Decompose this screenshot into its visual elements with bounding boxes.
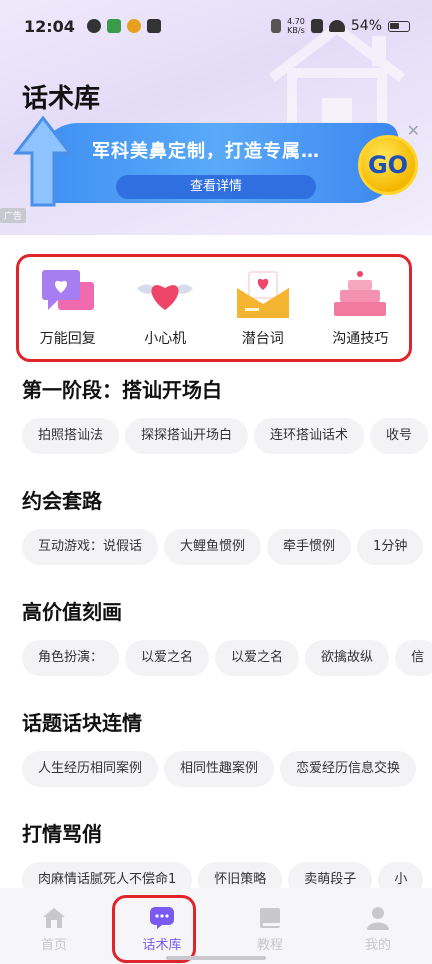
chip-row: 人生经历相同案例 相同性趣案例 恋爱经历信息交换: [22, 751, 417, 787]
category-label: 万能回复: [39, 331, 96, 347]
nav-label: 首页: [40, 938, 67, 953]
chip[interactable]: 互动游戏：说假话: [22, 529, 159, 565]
chip-row: 拍照搭讪法 探探搭讪开场白 连环搭讪话术 收号: [22, 418, 429, 454]
chip[interactable]: 拍照搭讪法: [22, 418, 120, 454]
app-notification-icon: [106, 19, 121, 33]
nav-label: 教程: [256, 938, 283, 953]
love-letter-icon: [236, 271, 289, 318]
close-icon[interactable]: ✕: [407, 121, 420, 140]
chip[interactable]: 欲擒故纵: [305, 640, 390, 676]
check-icon: [86, 19, 101, 33]
chip[interactable]: 人生经历相同案例: [22, 751, 159, 787]
chip[interactable]: 以爱之名: [125, 640, 210, 676]
section-title: 打情骂俏: [22, 822, 102, 846]
battery-icon: [388, 20, 410, 32]
section-title: 第一阶段：搭讪开场白: [22, 378, 222, 402]
chip-row: 角色扮演： 以爱之名 以爱之名 欲擒故纵 信: [22, 640, 432, 676]
go-button[interactable]: GO: [358, 135, 418, 195]
weibo-icon: [126, 19, 141, 33]
book-icon: [260, 908, 280, 928]
nav-tutorial[interactable]: 教程: [230, 906, 310, 953]
section-title: 高价值刻画: [22, 600, 122, 624]
section-title: 话题话块连情: [22, 711, 142, 735]
chip[interactable]: 探探搭讪开场白: [125, 418, 249, 454]
chip[interactable]: 牵手惯例: [267, 529, 352, 565]
chip[interactable]: 信: [395, 640, 432, 676]
ad-banner[interactable]: 军科美鼻定制，打造专属… 查看详情 GO ✕: [8, 115, 424, 207]
nav-profile[interactable]: 我的: [338, 906, 418, 953]
wifi-icon: [328, 20, 345, 32]
bottom-navigation: 首页 话术库 教程 我的: [0, 888, 432, 964]
chip[interactable]: 连环搭讪话术: [254, 418, 365, 454]
category-label: 潜台词: [241, 331, 284, 347]
ad-label: 广告: [0, 208, 27, 223]
chat-heart-icon: [41, 270, 94, 310]
vibrate-icon: [271, 19, 282, 33]
sim-icon: [310, 19, 323, 33]
category-grid: 万能回复 小心机 潜台词 沟通技巧: [16, 254, 412, 362]
person-icon: [367, 907, 389, 930]
nav-highlight-frame: [112, 895, 196, 963]
nav-label: 我的: [364, 938, 391, 953]
banner-text: 军科美鼻定制，打造专属…: [92, 141, 320, 162]
chip[interactable]: 角色扮演：: [22, 640, 120, 676]
battery-percent: 54%: [350, 18, 382, 34]
chip[interactable]: 1分钟: [357, 529, 424, 565]
cake-icon: [334, 271, 387, 316]
status-bar: 12:04 4.70 KB/s 54%: [0, 0, 432, 52]
home-icon: [43, 908, 65, 928]
status-time: 12:04: [24, 16, 75, 36]
chip-row: 互动游戏：说假话 大鲤鱼惯例 牵手惯例 1分钟: [22, 529, 424, 565]
tiktok-icon: [146, 19, 161, 33]
nav-home[interactable]: 首页: [14, 906, 94, 953]
category-subtext[interactable]: 潜台词: [218, 268, 308, 348]
section-title: 约会套路: [22, 489, 102, 513]
category-label: 沟通技巧: [332, 331, 389, 347]
chip[interactable]: 恋爱经历信息交换: [280, 751, 417, 787]
category-universal-reply[interactable]: 万能回复: [23, 268, 113, 348]
chip[interactable]: 大鲤鱼惯例: [164, 529, 262, 565]
home-indicator: [166, 956, 266, 960]
category-communication-skills[interactable]: 沟通技巧: [315, 268, 405, 348]
arrow-up-icon: [12, 115, 74, 207]
chip[interactable]: 以爱之名: [215, 640, 300, 676]
network-speed: 4.70 KB/s: [287, 17, 305, 35]
category-little-tricks[interactable]: 小心机: [120, 268, 210, 348]
category-label: 小心机: [144, 331, 187, 347]
banner-details-button[interactable]: 查看详情: [116, 175, 316, 199]
chip[interactable]: 相同性趣案例: [164, 751, 275, 787]
winged-heart-icon: [137, 284, 194, 310]
page-title: 话术库: [22, 84, 101, 114]
chip[interactable]: 收号: [370, 418, 429, 454]
